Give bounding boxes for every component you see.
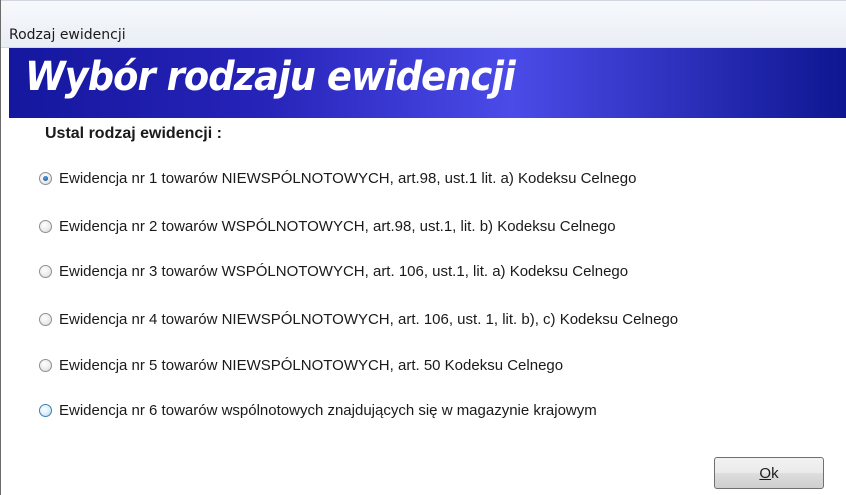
- radio-button-checked[interactable]: [39, 171, 52, 185]
- radio-option-6[interactable]: Ewidencja nr 6 towarów wspólnotowych zna…: [39, 398, 597, 422]
- dialog-window: Rodzaj ewidencji Wybór rodzaju ewidencji…: [0, 0, 846, 495]
- radio-option-1[interactable]: Ewidencja nr 1 towarów NIEWSPÓLNOTOWYCH,…: [39, 166, 636, 190]
- radio-option-label: Ewidencja nr 5 towarów NIEWSPÓLNOTOWYCH,…: [59, 356, 564, 374]
- radio-option-5[interactable]: Ewidencja nr 5 towarów NIEWSPÓLNOTOWYCH,…: [39, 353, 563, 377]
- radio-option-4[interactable]: Ewidencja nr 4 towarów NIEWSPÓLNOTOWYCH,…: [39, 307, 678, 331]
- radio-option-label: Ewidencja nr 2 towarów WSPÓLNOTOWYCH, ar…: [59, 217, 616, 235]
- group-label: Ustal rodzaj ewidencji :: [45, 125, 222, 142]
- radio-button-hover[interactable]: [39, 403, 52, 417]
- radio-button[interactable]: [39, 264, 52, 278]
- radio-option-label: Ewidencja nr 4 towarów NIEWSPÓLNOTOWYCH,…: [59, 310, 679, 328]
- header-banner: Wybór rodzaju ewidencji: [9, 48, 846, 118]
- radio-option-3[interactable]: Ewidencja nr 3 towarów WSPÓLNOTOWYCH, ar…: [39, 259, 628, 283]
- radio-option-label: Ewidencja nr 6 towarów wspólnotowych zna…: [59, 401, 597, 419]
- radio-button[interactable]: [39, 358, 52, 372]
- window-title: Rodzaj ewidencji: [9, 27, 126, 43]
- radio-button[interactable]: [39, 219, 52, 233]
- banner-heading: Wybór rodzaju ewidencji: [25, 54, 516, 100]
- radio-option-label: Ewidencja nr 3 towarów WSPÓLNOTOWYCH, ar…: [59, 262, 629, 280]
- ok-button-label-rest: k: [771, 464, 779, 482]
- ok-button-mnemonic: O: [759, 464, 772, 482]
- radio-button[interactable]: [39, 312, 52, 326]
- radio-option-label: Ewidencja nr 1 towarów NIEWSPÓLNOTOWYCH,…: [59, 169, 637, 187]
- title-bar[interactable]: Rodzaj ewidencji: [1, 0, 846, 48]
- ok-button[interactable]: Ok: [714, 457, 824, 489]
- radio-option-2[interactable]: Ewidencja nr 2 towarów WSPÓLNOTOWYCH, ar…: [39, 214, 616, 238]
